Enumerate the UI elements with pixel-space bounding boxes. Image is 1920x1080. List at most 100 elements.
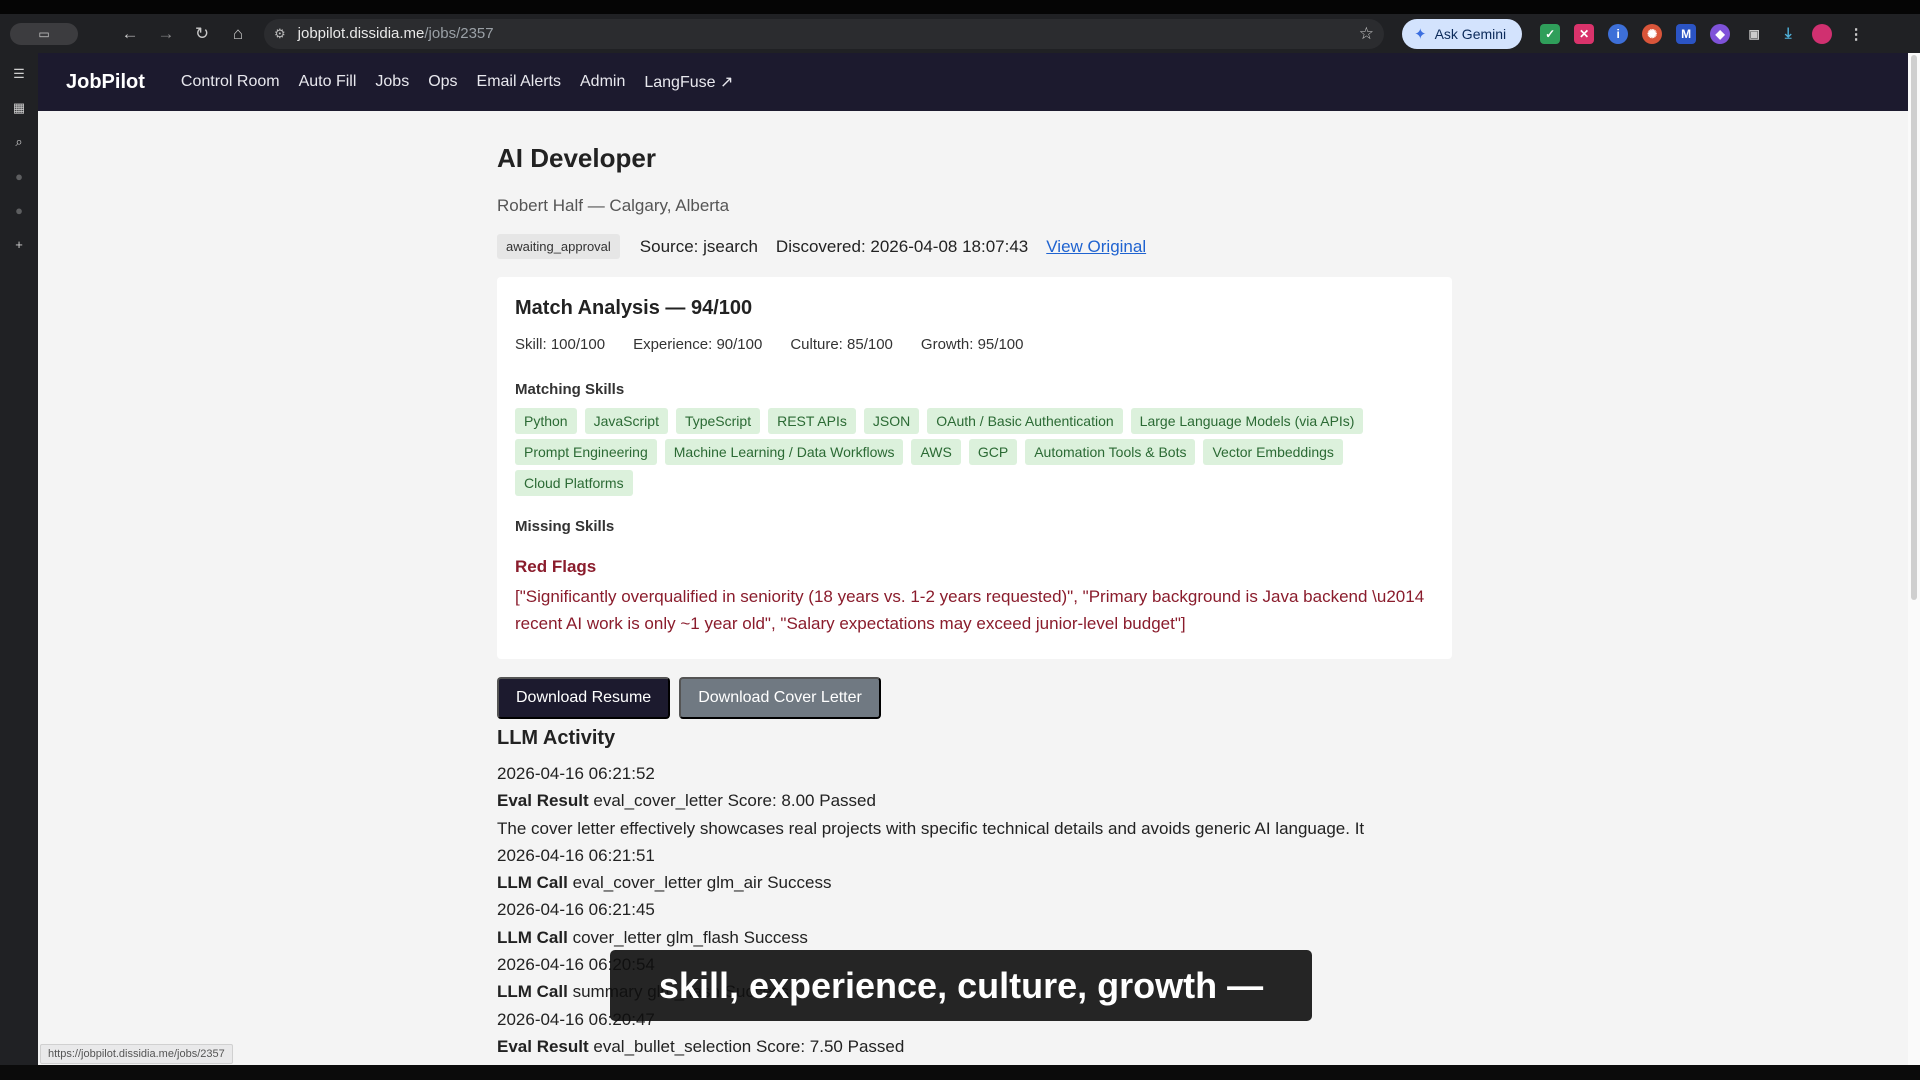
log-detail: eval_cover_letter Score: 8.00 Passed	[593, 791, 876, 811]
matching-skills-list: Python JavaScript TypeScript REST APIs J…	[515, 408, 1425, 496]
window-bottom-edge	[0, 1065, 1920, 1080]
skill-chip: GCP	[968, 439, 1018, 465]
skill-chip: OAuth / Basic Authentication	[927, 408, 1123, 434]
score-skill: Skill: 100/100	[515, 336, 606, 353]
download-icon[interactable]: ⤓	[1778, 24, 1798, 44]
llm-activity-heading: LLM Activity	[497, 727, 616, 749]
search-tabs-icon[interactable]: ⌕	[9, 133, 29, 151]
gemini-sparkle-icon: ✦	[1414, 25, 1427, 43]
log-kind: Eval Result	[497, 1036, 589, 1056]
log-kind: LLM Call	[497, 982, 568, 1002]
log-kind: Eval Result	[497, 791, 589, 811]
url-host: jobpilot.dissidia.me	[297, 25, 425, 42]
grid-icon[interactable]: ▦	[9, 99, 29, 117]
score-growth: Growth: 95/100	[920, 336, 1024, 353]
skill-chip: Large Language Models (via APIs)	[1130, 408, 1364, 434]
extensions-row: ✓ ✕ i ✺ M ◆ ▣ ⤓ ⋮	[1540, 23, 1866, 44]
nav-ops[interactable]: Ops	[428, 73, 457, 91]
browser-toolbar: ▭ ← → ↻ ⌂ ⚙ jobpilot.dissidia.me/jobs/23…	[0, 14, 1920, 53]
side-rail: ☰ ▦ ⌕ ● ● +	[0, 53, 38, 1080]
view-original-link[interactable]: View Original	[1046, 237, 1146, 257]
job-discovered: Discovered: 2026-04-08 18:07:43	[775, 236, 1029, 256]
skill-chip: Python	[515, 408, 577, 434]
match-analysis-title: Match Analysis — 94/100	[515, 297, 753, 319]
reload-icon[interactable]: ↻	[188, 20, 216, 48]
pinned-tab-2-icon[interactable]: ●	[9, 201, 29, 219]
ask-gemini-button[interactable]: ✦ Ask Gemini	[1402, 18, 1523, 49]
match-analysis-card: Match Analysis — 94/100 Skill: 100/100 E…	[497, 277, 1452, 659]
collapse-tabs-icon[interactable]: ☰	[9, 65, 29, 83]
nav-admin[interactable]: Admin	[580, 73, 625, 91]
skill-chip: Machine Learning / Data Workflows	[664, 439, 904, 465]
log-note: The cover letter effectively showcases r…	[497, 818, 1365, 838]
job-meta: awaiting_approval Source: jsearch Discov…	[497, 234, 1452, 259]
log-kind: LLM Call	[497, 927, 568, 947]
new-tab-plus-icon[interactable]: +	[9, 235, 29, 253]
site-info-icon[interactable]: ⚙	[274, 26, 286, 42]
tab-strip	[0, 0, 1920, 14]
log-timestamp: 2026-04-16 06:21:45	[497, 900, 655, 920]
log-detail: eval_cover_letter glm_air Success	[572, 873, 832, 893]
profile-avatar[interactable]	[1812, 23, 1833, 44]
skill-chip: JavaScript	[584, 408, 668, 434]
skill-chip: Prompt Engineering	[515, 439, 657, 465]
skill-chip: JSON	[863, 408, 920, 434]
browser-menu-icon[interactable]: ⋮	[1846, 24, 1866, 44]
nav-langfuse[interactable]: LangFuse ↗	[644, 72, 733, 92]
pinned-tab-icon[interactable]: ●	[9, 167, 29, 185]
missing-skills-heading: Missing Skills	[515, 518, 615, 535]
nav-auto-fill[interactable]: Auto Fill	[299, 73, 357, 91]
video-caption: skill, experience, culture, growth —	[610, 950, 1312, 1021]
download-cover-letter-button[interactable]: Download Cover Letter	[679, 677, 881, 719]
extension-purple-icon[interactable]: ◆	[1710, 23, 1731, 44]
tab-search-button[interactable]: ▭	[10, 22, 78, 45]
brand-logo[interactable]: JobPilot	[66, 71, 145, 94]
log-detail: eval_bullet_selection Score: 7.50 Passed	[593, 1036, 905, 1056]
job-detail: AI Developer Robert Half — Calgary, Albe…	[497, 111, 1452, 1060]
page-scrollbar[interactable]	[1908, 53, 1920, 1065]
skill-chip: TypeScript	[675, 408, 761, 434]
scrollbar-thumb[interactable]	[1911, 55, 1917, 600]
app-navbar: JobPilot Control Room Auto Fill Jobs Ops…	[38, 53, 1908, 111]
job-source: Source: jsearch	[639, 236, 758, 256]
log-entry: Eval Result eval_cover_letter Score: 8.0…	[497, 787, 1452, 814]
forward-icon[interactable]: →	[152, 20, 180, 48]
download-actions: Download Resume Download Cover Letter	[497, 677, 1452, 719]
nav-jobs[interactable]: Jobs	[375, 73, 409, 91]
extension-pink-icon[interactable]: ✕	[1574, 23, 1595, 44]
status-badge: awaiting_approval	[497, 234, 620, 259]
nav-email-alerts[interactable]: Email Alerts	[477, 73, 561, 91]
log-detail: cover_letter glm_flash Success	[572, 927, 808, 947]
log-timestamp: 2026-04-16 06:21:51	[497, 845, 655, 865]
matching-skills-heading: Matching Skills	[515, 381, 625, 398]
extension-info-icon[interactable]: i	[1608, 23, 1629, 44]
bookmark-star-icon[interactable]: ☆	[1359, 24, 1374, 44]
log-timestamp: 2026-04-16 06:21:52	[497, 764, 655, 783]
score-breakdown: Skill: 100/100 Experience: 90/100 Cultur…	[515, 336, 1434, 353]
log-entry: LLM Call eval_cover_letter glm_air Succe…	[497, 869, 1452, 896]
extension-shield-icon[interactable]: ✓	[1540, 23, 1561, 44]
skill-chip: Automation Tools & Bots	[1025, 439, 1196, 465]
skill-chip: AWS	[911, 439, 961, 465]
nav-control-room[interactable]: Control Room	[181, 73, 280, 91]
url-path: /jobs/2357	[424, 25, 494, 42]
page-title: AI Developer	[497, 143, 656, 173]
home-icon[interactable]: ⌂	[224, 20, 252, 48]
company-location: Robert Half — Calgary, Alberta	[497, 196, 730, 215]
ask-gemini-label: Ask Gemini	[1434, 25, 1507, 42]
skill-chip: REST APIs	[768, 408, 856, 434]
skill-chip: Cloud Platforms	[515, 470, 633, 496]
score-experience: Experience: 90/100	[633, 336, 763, 353]
extensions-puzzle-icon[interactable]: ▣	[1744, 24, 1764, 44]
extension-burst-icon[interactable]: ✺	[1642, 23, 1663, 44]
log-entry: Eval Result eval_bullet_selection Score:…	[497, 1033, 1452, 1060]
skill-chip: Vector Embeddings	[1203, 439, 1343, 465]
log-kind: LLM Call	[497, 873, 568, 893]
extension-m-icon[interactable]: M	[1676, 23, 1697, 44]
back-icon[interactable]: ←	[116, 20, 144, 48]
page-viewport: JobPilot Control Room Auto Fill Jobs Ops…	[38, 53, 1908, 1065]
address-bar[interactable]: ⚙ jobpilot.dissidia.me/jobs/2357 ☆	[264, 18, 1384, 49]
log-entry: LLM Call cover_letter glm_flash Success	[497, 924, 1452, 951]
download-resume-button[interactable]: Download Resume	[497, 677, 671, 719]
score-culture: Culture: 85/100	[790, 336, 893, 353]
